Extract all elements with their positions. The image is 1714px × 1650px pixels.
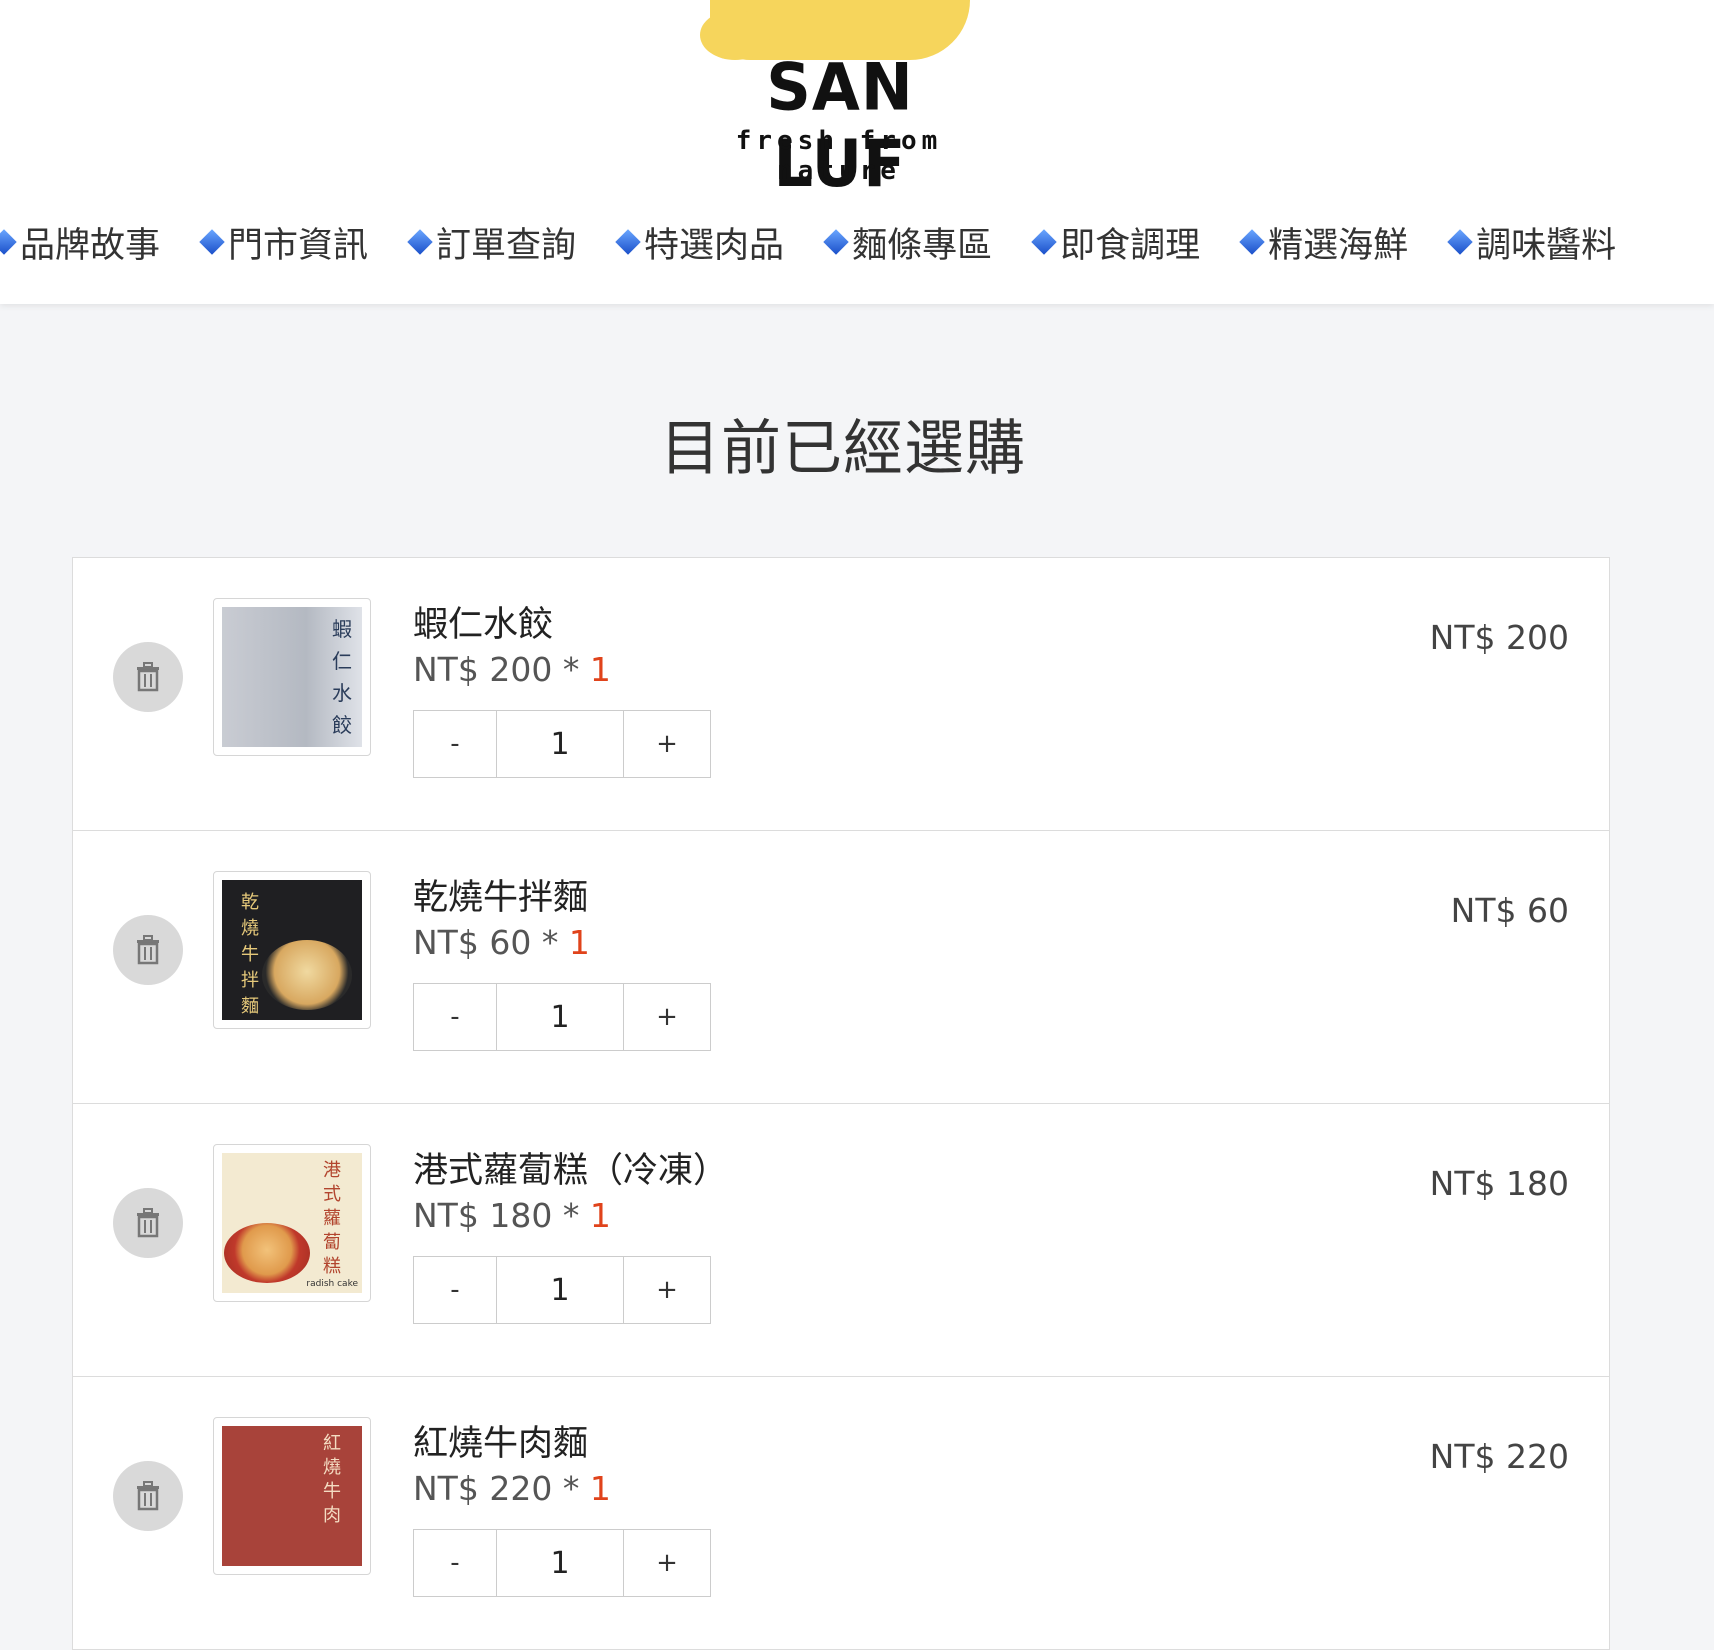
trash-icon <box>137 1481 159 1511</box>
quantity-count: 1 <box>589 650 611 689</box>
diamond-icon <box>823 229 849 255</box>
quantity-input[interactable]: 1 <box>497 1529 623 1597</box>
product-thumbnail[interactable]: 乾燒牛拌麵 <box>213 871 371 1029</box>
product-image-text: 蝦仁水餃 <box>332 617 352 737</box>
diamond-icon <box>199 229 225 255</box>
noodle-bowl-shape <box>262 940 352 1010</box>
unit-price-line: NT$ 60 * 1 <box>413 923 590 962</box>
quantity-input[interactable]: 1 <box>497 710 623 778</box>
unit-price-line: NT$ 220 * 1 <box>413 1469 611 1508</box>
item-subtotal: NT$ 220 <box>1429 1437 1569 1476</box>
multiply-sign: * <box>552 1469 590 1508</box>
unit-price: NT$ 180 <box>413 1196 553 1235</box>
product-thumbnail[interactable]: 蝦仁水餃 <box>213 598 371 756</box>
diamond-icon <box>1239 229 1265 255</box>
quantity-count: 1 <box>589 1196 611 1235</box>
cart-item: 港式蘿蔔糕 radish cake 港式蘿蔔糕（冷凍） NT$ 180 * 1 … <box>72 1104 1610 1377</box>
quantity-stepper: - 1 + <box>413 983 711 1051</box>
unit-price-line: NT$ 200 * 1 <box>413 650 611 689</box>
nav-item-order-lookup[interactable]: 訂單查詢 <box>406 217 576 268</box>
product-thumbnail[interactable]: 紅燒牛肉 <box>213 1417 371 1575</box>
product-image-text: 乾燒牛拌麵 <box>241 892 259 1017</box>
delete-item-button[interactable] <box>113 1188 183 1258</box>
multiply-sign: * <box>552 650 590 689</box>
product-image: 乾燒牛拌麵 <box>222 880 362 1020</box>
quantity-stepper: - 1 + <box>413 1256 711 1324</box>
product-image: 紅燒牛肉 <box>222 1426 362 1566</box>
nav-item-ready-meals[interactable]: 即食調理 <box>1030 217 1200 268</box>
delete-item-button[interactable] <box>113 915 183 985</box>
unit-price: NT$ 220 <box>413 1469 553 1508</box>
product-image: 港式蘿蔔糕 radish cake <box>222 1153 362 1293</box>
logo-tagline: fresh from nature <box>735 126 943 186</box>
cart-item: 紅燒牛肉 紅燒牛肉麵 NT$ 220 * 1 - 1 + NT$ 220 <box>72 1377 1610 1650</box>
quantity-input[interactable]: 1 <box>497 1256 623 1324</box>
product-image: 蝦仁水餃 <box>222 607 362 747</box>
radish-cake-plate-shape <box>224 1223 310 1283</box>
nav-item-noodles[interactable]: 麵條專區 <box>822 217 992 268</box>
increase-button[interactable]: + <box>623 710 711 778</box>
increase-button[interactable]: + <box>623 1256 711 1324</box>
nav-item-label: 精選海鮮 <box>1268 225 1409 266</box>
unit-price: NT$ 60 <box>413 923 532 962</box>
page-title: 目前已經選購 <box>660 414 1026 484</box>
delete-item-button[interactable] <box>113 1461 183 1531</box>
product-image-text: 港式蘿蔔糕 <box>323 1160 341 1277</box>
unit-price-line: NT$ 180 * 1 <box>413 1196 611 1235</box>
diamond-icon <box>407 229 433 255</box>
multiply-sign: * <box>531 923 569 962</box>
nav-item-label: 門市資訊 <box>228 225 369 266</box>
product-thumbnail[interactable]: 港式蘿蔔糕 radish cake <box>213 1144 371 1302</box>
trash-icon <box>137 662 159 692</box>
delete-item-button[interactable] <box>113 642 183 712</box>
decrease-button[interactable]: - <box>413 1256 497 1324</box>
cart-item: 蝦仁水餃 蝦仁水餃 NT$ 200 * 1 - 1 + NT$ 200 <box>72 557 1610 831</box>
quantity-stepper: - 1 + <box>413 710 711 778</box>
nav-item-label: 即食調理 <box>1060 225 1201 266</box>
increase-button[interactable]: + <box>623 1529 711 1597</box>
decrease-button[interactable]: - <box>413 1529 497 1597</box>
multiply-sign: * <box>552 1196 590 1235</box>
product-name[interactable]: 蝦仁水餃 <box>413 596 553 647</box>
item-subtotal: NT$ 200 <box>1429 618 1569 657</box>
product-image-text: 紅燒牛肉 <box>323 1433 341 1526</box>
decrease-button[interactable]: - <box>413 983 497 1051</box>
nav-item-brand-story[interactable]: 品牌故事 <box>0 217 160 268</box>
trash-icon <box>137 935 159 965</box>
item-subtotal: NT$ 60 <box>1450 891 1569 930</box>
nav-item-label: 訂單查詢 <box>436 225 577 266</box>
brand-logo[interactable]: SAN LUF fresh from nature <box>660 0 1010 202</box>
nav-item-label: 特選肉品 <box>644 225 785 266</box>
quantity-count: 1 <box>568 923 590 962</box>
cart-list: 蝦仁水餃 蝦仁水餃 NT$ 200 * 1 - 1 + NT$ 200 乾燒牛拌 <box>72 557 1610 1650</box>
nav-item-label: 調味醬料 <box>1476 225 1617 266</box>
nav-item-meat[interactable]: 特選肉品 <box>614 217 784 268</box>
nav-item-label: 麵條專區 <box>852 225 993 266</box>
quantity-count: 1 <box>589 1469 611 1508</box>
nav-item-label: 品牌故事 <box>20 225 161 266</box>
product-name[interactable]: 港式蘿蔔糕（冷凍） <box>413 1142 728 1193</box>
nav-item-sauces[interactable]: 調味醬料 <box>1446 217 1616 268</box>
diamond-icon <box>615 229 641 255</box>
product-name[interactable]: 乾燒牛拌麵 <box>413 869 588 920</box>
item-subtotal: NT$ 180 <box>1429 1164 1569 1203</box>
decrease-button[interactable]: - <box>413 710 497 778</box>
quantity-stepper: - 1 + <box>413 1529 711 1597</box>
unit-price: NT$ 200 <box>413 650 553 689</box>
cart-item: 乾燒牛拌麵 乾燒牛拌麵 NT$ 60 * 1 - 1 + NT$ 60 <box>72 831 1610 1104</box>
nav-item-seafood[interactable]: 精選海鮮 <box>1238 217 1408 268</box>
diamond-icon <box>1031 229 1057 255</box>
product-image-subtext: radish cake <box>306 1279 358 1289</box>
quantity-input[interactable]: 1 <box>497 983 623 1051</box>
nav-item-store-info[interactable]: 門市資訊 <box>198 217 368 268</box>
product-name[interactable]: 紅燒牛肉麵 <box>413 1415 588 1466</box>
main-nav: 品牌故事 門市資訊 訂單查詢 特選肉品 麵條專區 即食調理 精選海鮮 調味醬料 <box>0 212 1714 272</box>
diamond-icon <box>1447 229 1473 255</box>
diamond-icon <box>0 229 17 255</box>
increase-button[interactable]: + <box>623 983 711 1051</box>
trash-icon <box>137 1208 159 1238</box>
site-header: SAN LUF fresh from nature 品牌故事 門市資訊 訂單查詢… <box>0 0 1714 304</box>
